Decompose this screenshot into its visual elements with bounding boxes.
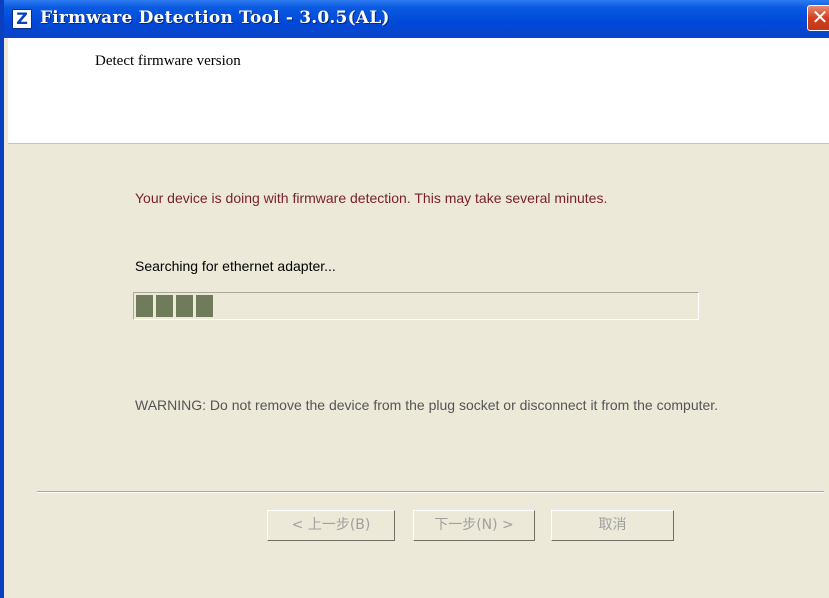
progress-block bbox=[156, 295, 173, 317]
separator bbox=[37, 491, 824, 493]
progress-bar bbox=[133, 292, 699, 320]
page-title: Detect firmware version bbox=[95, 53, 241, 69]
title-bar[interactable]: Z Firmware Detection Tool - 3.0.5(AL) ✕ bbox=[4, 0, 829, 38]
app-logo-icon: Z bbox=[12, 9, 32, 29]
close-icon[interactable]: ✕ bbox=[807, 5, 829, 31]
detection-message: Your device is doing with firmware detec… bbox=[135, 190, 608, 206]
status-text: Searching for ethernet adapter... bbox=[135, 258, 336, 274]
warning-text: WARNING: Do not remove the device from t… bbox=[135, 397, 719, 413]
cancel-button[interactable]: 取消 bbox=[551, 510, 674, 541]
progress-block bbox=[176, 295, 193, 317]
progress-fill bbox=[136, 295, 213, 317]
next-button[interactable]: 下一步(N) > bbox=[413, 510, 535, 541]
window-title: Firmware Detection Tool - 3.0.5(AL) bbox=[40, 8, 390, 28]
progress-block bbox=[136, 295, 153, 317]
dialog-window: Z Firmware Detection Tool - 3.0.5(AL) ✕ … bbox=[0, 0, 829, 598]
progress-block bbox=[196, 295, 213, 317]
back-button[interactable]: < 上一步(B) bbox=[267, 510, 395, 541]
